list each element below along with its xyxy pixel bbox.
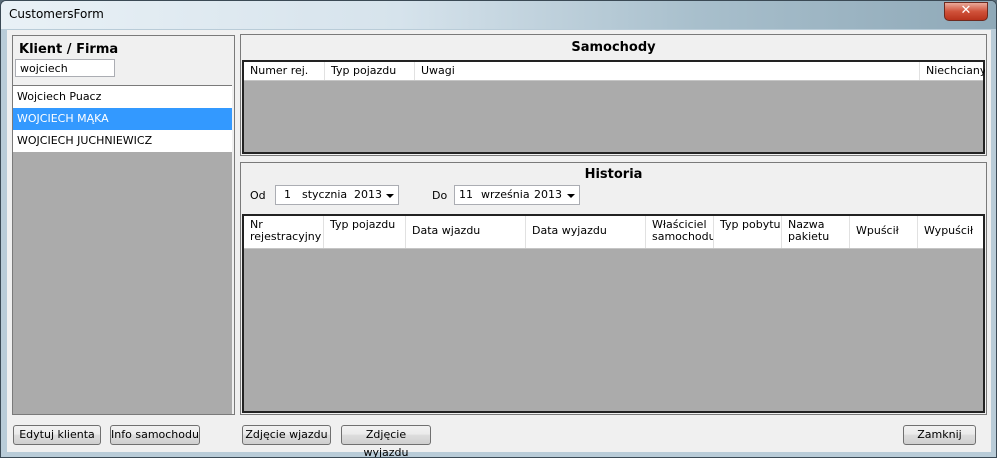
client-list[interactable]: Wojciech Puacz WOJCIECH MĄKA WOJCIECH JU… (13, 85, 232, 414)
history-col-header[interactable]: Właściciel samochodu (646, 216, 714, 248)
client-heading: Klient / Firma (19, 42, 119, 57)
from-date-picker[interactable]: 1 stycznia 2013 (275, 185, 399, 205)
cars-col-header[interactable]: Uwagi (415, 62, 920, 80)
history-col-header[interactable]: Nr rejestracyjny (244, 216, 324, 248)
from-date-label: Od (250, 189, 266, 202)
entry-photo-button[interactable]: Zdjęcie wjazdu (242, 425, 331, 445)
to-day: 11 (459, 188, 473, 201)
client-search-input[interactable] (15, 59, 115, 77)
history-grid[interactable]: Nr rejestracyjny Typ pojazdu Data wjazdu… (242, 214, 985, 413)
history-col-header[interactable]: Typ pobytu (714, 216, 782, 248)
to-year: 2013 (534, 188, 562, 201)
history-col-header[interactable]: Wpuścił (850, 216, 918, 248)
window-close-button[interactable]: ✕ (944, 2, 988, 21)
to-date-label: Do (432, 189, 448, 202)
cars-section: Samochody Numer rej. Typ pojazdu Uwagi N… (240, 34, 987, 156)
client-list-item[interactable]: Wojciech Puacz (13, 86, 232, 108)
client-list-item-selected[interactable]: WOJCIECH MĄKA (13, 108, 232, 130)
window-title: CustomersForm (9, 7, 104, 21)
exit-photo-button[interactable]: Zdjęcie wyjazdu (341, 425, 431, 457)
client-list-item[interactable]: WOJCIECH JUCHNIEWICZ (13, 130, 232, 152)
cars-col-header[interactable]: Niechciany (920, 62, 985, 80)
to-month: września (481, 188, 530, 201)
history-col-header[interactable]: Typ pojazdu (324, 216, 406, 248)
close-button[interactable]: Zamknij (903, 425, 976, 445)
car-info-button[interactable]: Info samochodu (110, 425, 200, 445)
cars-grid[interactable]: Numer rej. Typ pojazdu Uwagi Niechciany (242, 60, 985, 154)
history-col-header[interactable]: Data wyjazdu (526, 216, 646, 248)
from-month: stycznia (302, 188, 348, 201)
cars-grid-header: Numer rej. Typ pojazdu Uwagi Niechciany (244, 62, 985, 81)
cars-section-title: Samochody (571, 40, 656, 55)
history-section: Historia Od 1 stycznia 2013 Do 11 wrześn… (240, 162, 987, 415)
cars-col-header[interactable]: Numer rej. (244, 62, 325, 80)
customers-form-window: CustomersForm ✕ Klient / Firma Wojciech … (0, 0, 997, 458)
chevron-down-icon[interactable] (567, 194, 575, 198)
client-area: Klient / Firma Wojciech Puacz WOJCIECH M… (7, 30, 991, 457)
cars-col-header[interactable]: Typ pojazdu (325, 62, 415, 80)
from-day: 1 (284, 188, 291, 201)
edit-client-button[interactable]: Edytuj klienta (13, 425, 101, 445)
title-bar: CustomersForm ✕ (1, 1, 996, 29)
to-date-picker[interactable]: 11 września 2013 (454, 185, 580, 205)
history-col-header[interactable]: Nazwa pakietu (782, 216, 850, 248)
client-panel: Klient / Firma Wojciech Puacz WOJCIECH M… (12, 35, 235, 415)
chevron-down-icon[interactable] (386, 194, 394, 198)
history-section-title: Historia (584, 167, 643, 182)
history-grid-header: Nr rejestracyjny Typ pojazdu Data wjazdu… (244, 216, 983, 249)
from-year: 2013 (354, 188, 382, 201)
history-col-header[interactable]: Data wjazdu (406, 216, 526, 248)
history-col-header[interactable]: Wypuścił (918, 216, 983, 248)
